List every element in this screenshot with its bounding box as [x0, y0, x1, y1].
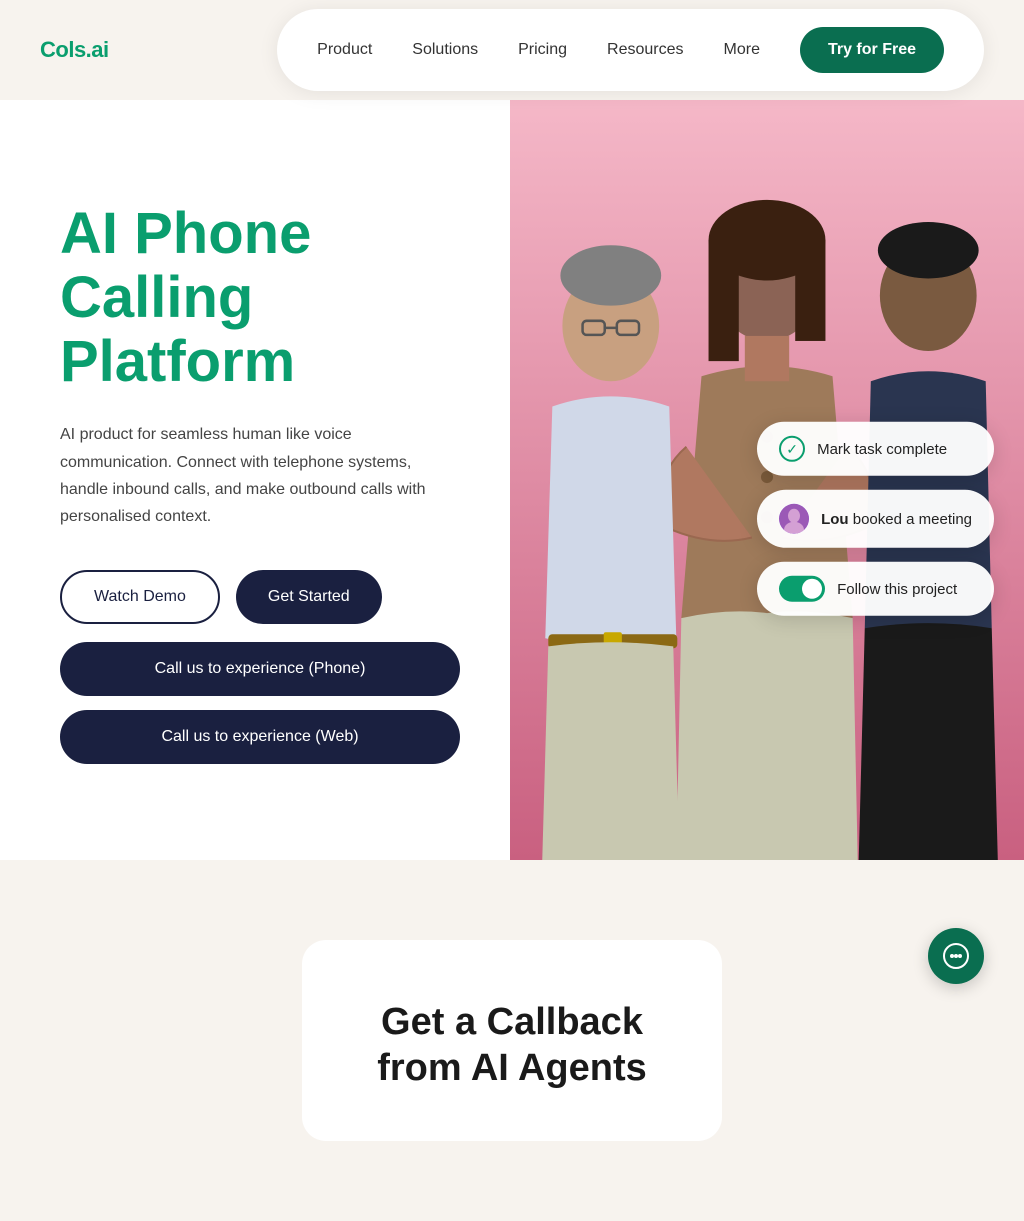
follow-project-card: Follow this project — [757, 562, 994, 616]
follow-toggle[interactable] — [779, 576, 825, 602]
get-started-button[interactable]: Get Started — [236, 570, 382, 624]
watch-demo-button[interactable]: Watch Demo — [60, 570, 220, 624]
callback-card: Get a Callback from AI Agents — [302, 940, 722, 1141]
nav-resources[interactable]: Resources — [607, 41, 683, 59]
nav-solutions[interactable]: Solutions — [412, 41, 478, 59]
hero-primary-buttons: Watch Demo Get Started — [60, 570, 460, 624]
check-icon: ✓ — [779, 436, 805, 462]
nav-product[interactable]: Product — [317, 41, 372, 59]
lou-name: Lou booked a meeting — [821, 510, 972, 527]
chat-icon — [943, 943, 969, 969]
mark-task-label: Mark task complete — [817, 440, 947, 457]
nav-pricing[interactable]: Pricing — [518, 41, 567, 59]
chat-button[interactable] — [928, 928, 984, 984]
call-web-button[interactable]: Call us to experience (Web) — [60, 710, 460, 764]
logo: Cols.ai — [40, 37, 109, 63]
nav-more[interactable]: More — [724, 41, 760, 59]
follow-project-label: Follow this project — [837, 580, 957, 597]
call-phone-button[interactable]: Call us to experience (Phone) — [60, 642, 460, 696]
navbar: Cols.ai Product Solutions Pricing Resour… — [0, 0, 1024, 100]
hero-image-area: ✓ Mark task complete Lou booked a meetin… — [510, 100, 1024, 860]
floating-cards-container: ✓ Mark task complete Lou booked a meetin… — [757, 422, 994, 616]
nav-pill: Product Solutions Pricing Resources More… — [277, 9, 984, 91]
hero-section: AI Phone Calling Platform AI product for… — [0, 100, 1024, 860]
try-for-free-button[interactable]: Try for Free — [800, 27, 944, 73]
lou-booking-card: Lou booked a meeting — [757, 490, 994, 548]
hero-title: AI Phone Calling Platform — [60, 202, 460, 393]
bottom-section: Get a Callback from AI Agents — [0, 860, 1024, 1221]
lou-avatar — [779, 504, 809, 534]
mark-task-card: ✓ Mark task complete — [757, 422, 994, 476]
hero-left: AI Phone Calling Platform AI product for… — [0, 100, 510, 860]
callback-title: Get a Callback from AI Agents — [342, 1000, 682, 1091]
hero-subtitle: AI product for seamless human like voice… — [60, 421, 440, 530]
